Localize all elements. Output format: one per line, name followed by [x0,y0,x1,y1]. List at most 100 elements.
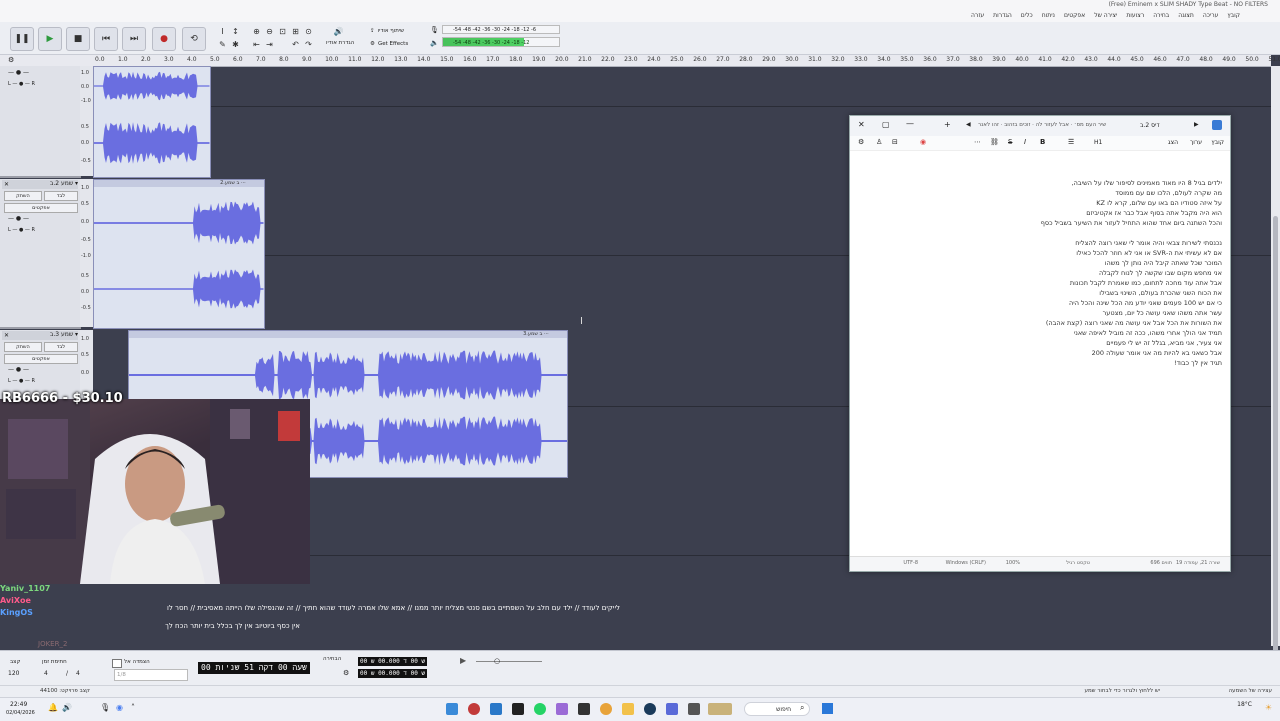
tempo-value[interactable]: 120 [8,670,19,677]
taskbar-app-icon[interactable] [688,703,700,715]
menu-edit[interactable]: ערוך [1190,139,1202,146]
taskbar-app-icon[interactable] [578,703,590,715]
record-meter[interactable]: -54 -48 -42 -36 -30 -24 -18 -12 -6 [442,25,560,34]
more-icon[interactable]: ⋯ [974,138,981,146]
menu-item[interactable]: עריכה [1203,12,1219,19]
playback-meter[interactable]: -54 -48 -42 -36 -30 -24 -18 -12 [442,37,560,47]
track-3-name[interactable]: שמע 3.ב ▾ [2,331,78,340]
mute-button[interactable]: השתק [4,342,42,352]
share-audio-button[interactable]: ⇪ שיתוף אודיו [370,25,418,36]
audio-position-time[interactable]: 00 שעה 00 דקה 51 שניות [198,662,310,674]
mic-icon[interactable]: 🎙 [430,26,439,34]
menu-item[interactable]: קובץ [1227,12,1240,19]
whatsapp-icon[interactable] [534,703,546,715]
user-icon[interactable]: ♙ [876,138,882,146]
speed-slider-thumb[interactable]: ○ [494,657,500,665]
chrome-icon[interactable] [600,703,612,715]
close-window-icon[interactable]: ✕ [858,120,865,129]
weather-icon[interactable]: ☀ [1265,703,1272,712]
link-icon[interactable]: ⛓ [990,138,999,146]
multi-tool[interactable]: ✱ [230,39,241,50]
skip-start-button[interactable]: ⏮ [94,27,118,51]
gain-slider[interactable]: — ● — [8,69,29,76]
italic-icon[interactable]: I [1024,138,1026,146]
notifications-icon[interactable]: 🔔 [48,703,58,712]
list-icon[interactable]: ☰ [1068,138,1074,146]
volume-icon[interactable]: 🔊 [62,703,72,712]
get-effects-button[interactable]: ⚙ Get Effects [370,38,420,49]
table-icon[interactable]: ⊟ [892,138,898,146]
time-signature-numerator[interactable]: 4 [44,670,48,677]
selection-start-time[interactable]: 00 ש 00 ד 00.000 ש [358,657,428,666]
new-tab-icon[interactable]: + [944,120,951,129]
snap-select[interactable]: 1/8 [114,669,188,681]
trim-button[interactable]: ⇤ [251,39,262,50]
redo-button[interactable]: ↷ [303,39,314,50]
selection-end-time[interactable]: 00 ש 00 ד 00.000 ש [358,669,428,678]
taskbar-widget-icon[interactable] [708,703,732,715]
zoom-in-button[interactable]: ⊕ [251,26,262,37]
clip-header[interactable]: 2.ב שמע ⋯ [94,180,264,187]
copilot-icon[interactable]: ◉ [920,138,926,146]
pause-button[interactable]: ❚❚ [10,27,34,51]
stop-button[interactable]: ■ [66,27,90,51]
heading-select[interactable]: H1 [1094,139,1102,146]
menu-item[interactable]: כלים [1021,12,1033,19]
notepad-text[interactable]: ילדים בגיל 8 היו מאוד מאמינים לסיפור שלו… [860,178,1222,368]
fit-selection-button[interactable]: ⊡ [277,26,288,37]
undo-button[interactable]: ↶ [290,39,301,50]
settings-icon[interactable]: ⚙ [858,138,864,146]
start-icon[interactable] [822,703,833,714]
audio-setup-button[interactable]: 🔊 [333,26,344,37]
pan-slider[interactable]: L — ● — R [8,227,35,233]
scroll-thumb[interactable] [1273,216,1278,696]
menu-item[interactable]: בחירה [1153,12,1169,19]
solo-button[interactable]: לבד [44,191,78,201]
timeline-ruler[interactable]: 0.0 1.0 2.0 3.0 4.0 5.0 6.0 7.0 8.0 9.0 10.0 11.0 12… [93,55,1280,67]
weather-temp[interactable]: 18°C [1237,701,1252,708]
envelope-tool[interactable]: ↕ [230,26,241,37]
menu-file[interactable]: קובץ [1211,139,1224,146]
menu-item[interactable]: עזרה [971,12,984,19]
gain-slider[interactable]: — ● — [8,215,29,222]
vertical-scrollbar[interactable] [1271,66,1280,696]
solo-button[interactable]: לבד [44,342,78,352]
speaker-meter-icon[interactable]: 🔈 [430,39,439,47]
steam-icon[interactable] [644,703,656,715]
taskbar-app-icon[interactable] [490,703,502,715]
bold-icon[interactable]: B [1040,138,1045,146]
zoom-out-button[interactable]: ⊖ [264,26,275,37]
menu-item[interactable]: יצירה של [1094,12,1117,19]
playback-speed-slider[interactable] [476,661,542,662]
skip-end-button[interactable]: ⏭ [122,27,146,51]
taskbar-app-icon[interactable] [666,703,678,715]
menu-item[interactable]: תצוגה [1178,12,1194,19]
track-1-control-panel[interactable]: — ● — L — ● — R [0,66,81,178]
time-signature-denominator[interactable]: 4 [76,670,80,677]
taskbar-app-icon[interactable] [556,703,568,715]
select-tool[interactable]: I [217,26,228,37]
close-track-icon[interactable]: ✕ [4,181,9,188]
tray-overflow-icon[interactable]: ˄ [131,703,135,712]
close-track-icon[interactable]: ✕ [4,332,9,339]
track-2-control-panel[interactable]: שמע 2.ב ▾ ✕ לבד השתק אפקטים — ● — L — ● … [0,179,81,329]
effects-button[interactable]: אפקטים [4,203,78,213]
maximize-icon[interactable]: ▢ [882,120,890,129]
tab-scroll-left-icon[interactable]: ◀ [966,121,971,128]
track-1-clip[interactable] [93,66,211,178]
snap-checkbox[interactable] [112,659,122,668]
play-at-speed-icon[interactable]: ▶ [460,656,466,665]
taskbar-app-icon[interactable] [446,703,458,715]
search-icon[interactable]: ⌕ [800,703,804,713]
menu-item[interactable]: רצועות [1126,12,1144,19]
taskbar-app-icon[interactable] [512,703,524,715]
timeline-options-icon[interactable]: ⚙ [8,56,14,64]
menu-item[interactable]: ניתוח [1042,12,1055,19]
mic-tray-icon[interactable]: 🎙 [100,703,110,712]
record-button[interactable]: ● [152,27,176,51]
play-button[interactable]: ▶ [38,27,62,51]
strikethrough-icon[interactable]: S [1008,138,1012,146]
menu-view[interactable]: הצג [1168,139,1178,146]
tray-app-icon[interactable]: ◉ [116,703,123,712]
tab-other[interactable]: שיר העם מס׳ · אבל לעזור לה · זוכים בזהוב… [978,122,1106,128]
